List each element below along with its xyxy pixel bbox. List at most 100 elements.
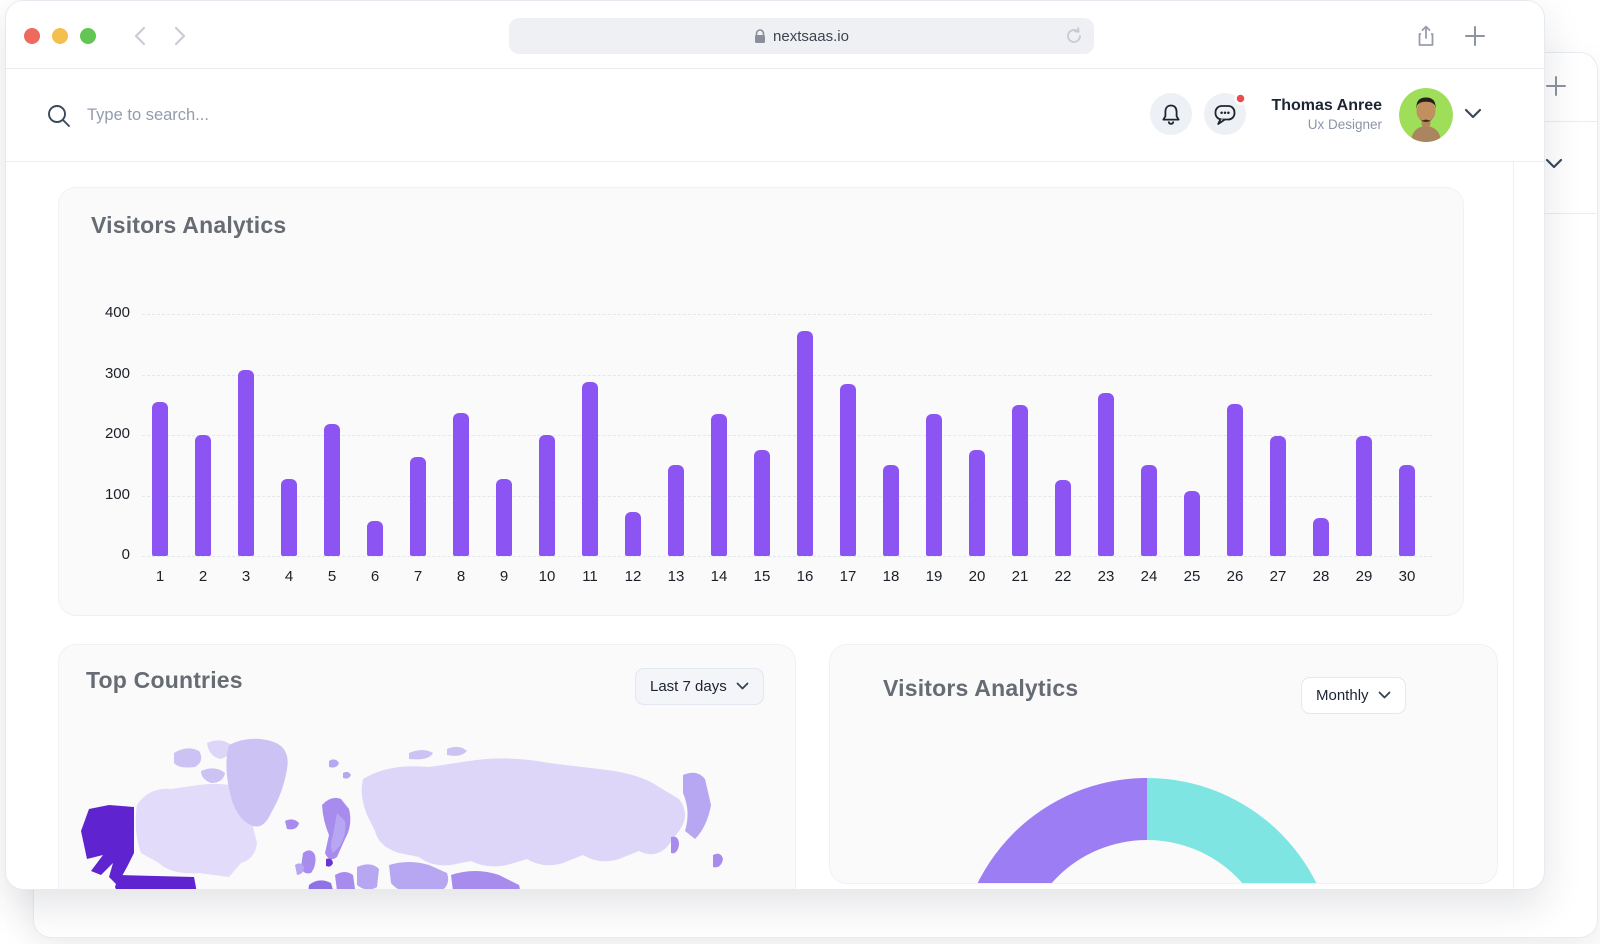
- bar-day-9[interactable]: [496, 479, 512, 556]
- bar-day-13[interactable]: [668, 465, 684, 556]
- x-axis-label-4: 4: [272, 568, 306, 585]
- x-axis-label-3: 3: [229, 568, 263, 585]
- bar-day-30[interactable]: [1399, 465, 1415, 556]
- x-axis-label-19: 19: [917, 568, 951, 585]
- bar-day-16[interactable]: [797, 331, 813, 556]
- address-bar[interactable]: nextsaas.io: [509, 18, 1094, 54]
- gridline-y-400: [142, 314, 1432, 315]
- search-input[interactable]: [85, 101, 505, 129]
- bar-day-7[interactable]: [410, 457, 426, 556]
- traffic-light-close[interactable]: [24, 28, 40, 44]
- map-region-ireland[interactable]: [295, 863, 304, 875]
- avatar-image: [1399, 88, 1453, 142]
- map-region-arctic-island[interactable]: [409, 750, 433, 759]
- new-tab-plus-icon[interactable]: [1463, 24, 1487, 48]
- traffic-light-minimize[interactable]: [52, 28, 68, 44]
- bar-day-8[interactable]: [453, 413, 469, 556]
- gridline-y-300: [142, 375, 1432, 376]
- notifications-button[interactable]: [1150, 93, 1192, 135]
- x-axis-label-17: 17: [831, 568, 865, 585]
- y-axis-label-0: 0: [72, 546, 130, 563]
- bar-day-6[interactable]: [367, 521, 383, 556]
- bar-day-10[interactable]: [539, 435, 555, 556]
- map-region-iceland[interactable]: [285, 819, 299, 829]
- map-region-island[interactable]: [174, 748, 201, 767]
- x-axis-label-14: 14: [702, 568, 736, 585]
- y-axis-label-200: 200: [72, 425, 130, 442]
- bar-day-14[interactable]: [711, 414, 727, 556]
- y-axis-label-100: 100: [72, 486, 130, 503]
- messages-button[interactable]: [1204, 93, 1246, 135]
- map-region-france[interactable]: [309, 880, 335, 890]
- back-window-chevron-down-icon[interactable]: [1544, 157, 1564, 171]
- x-axis-label-28: 28: [1304, 568, 1338, 585]
- bar-day-24[interactable]: [1141, 465, 1157, 556]
- share-icon[interactable]: [1414, 24, 1438, 48]
- top-countries-filter-dropdown[interactable]: Last 7 days: [635, 668, 764, 705]
- map-region-eastern-europe[interactable]: [357, 864, 379, 889]
- x-axis-label-6: 6: [358, 568, 392, 585]
- bar-day-21[interactable]: [1012, 405, 1028, 556]
- bar-day-4[interactable]: [281, 479, 297, 556]
- map-region-united-states[interactable]: [115, 875, 197, 890]
- user-info[interactable]: Thomas Anree Ux Designer: [1271, 96, 1382, 134]
- map-region-island[interactable]: [201, 768, 225, 783]
- bar-day-23[interactable]: [1098, 393, 1114, 556]
- x-axis-label-1: 1: [143, 568, 177, 585]
- bar-day-19[interactable]: [926, 414, 942, 556]
- map-region-denmark[interactable]: [326, 859, 333, 867]
- map-region-alaska[interactable]: [81, 805, 134, 885]
- back-arrow-icon[interactable]: [130, 25, 152, 47]
- x-axis-label-29: 29: [1347, 568, 1381, 585]
- map-region-germany[interactable]: [335, 872, 355, 890]
- bar-day-25[interactable]: [1184, 491, 1200, 556]
- x-axis-label-12: 12: [616, 568, 650, 585]
- bar-day-20[interactable]: [969, 450, 985, 556]
- map-region-kazakhstan[interactable]: [389, 862, 448, 890]
- x-axis-label-22: 22: [1046, 568, 1080, 585]
- donut-segment-left[interactable]: [958, 778, 1147, 884]
- top-countries-card: Top Countries Last 7 days: [58, 644, 796, 890]
- x-axis-label-11: 11: [573, 568, 607, 585]
- bar-day-26[interactable]: [1227, 404, 1243, 556]
- bar-day-1[interactable]: [152, 402, 168, 556]
- bar-day-27[interactable]: [1270, 436, 1286, 556]
- bar-day-11[interactable]: [582, 382, 598, 556]
- bar-day-12[interactable]: [625, 512, 641, 556]
- map-region-china[interactable]: [451, 871, 520, 890]
- map-region-svalbard[interactable]: [343, 772, 351, 779]
- bar-day-22[interactable]: [1055, 480, 1071, 556]
- map-region-russia[interactable]: [362, 758, 685, 866]
- x-axis-label-16: 16: [788, 568, 822, 585]
- bar-day-28[interactable]: [1313, 518, 1329, 556]
- gridline-y-0: [142, 556, 1432, 557]
- bar-day-2[interactable]: [195, 435, 211, 556]
- map-region-svalbard[interactable]: [329, 759, 339, 767]
- profile-chevron-down-icon[interactable]: [1463, 107, 1483, 121]
- x-axis-label-10: 10: [530, 568, 564, 585]
- bar-day-15[interactable]: [754, 450, 770, 556]
- bar-day-29[interactable]: [1356, 436, 1372, 556]
- back-window-new-tab-plus-icon[interactable]: [1545, 75, 1567, 97]
- bar-day-17[interactable]: [840, 384, 856, 556]
- map-region-japan[interactable]: [713, 854, 723, 868]
- world-map-choropleth[interactable]: [79, 735, 779, 890]
- page-right-divider: [1513, 162, 1514, 890]
- unread-badge-dot: [1234, 92, 1247, 105]
- search-icon[interactable]: [46, 103, 72, 129]
- visitors-analytics-card: Visitors Analytics 0100200300400 1234567…: [58, 187, 1464, 616]
- reload-icon[interactable]: [1064, 26, 1084, 46]
- bar-chart-x-axis: 1234567891011121314151617181920212223242…: [142, 568, 1432, 590]
- x-axis-label-5: 5: [315, 568, 349, 585]
- map-region-arctic-island[interactable]: [447, 747, 467, 756]
- avatar[interactable]: [1399, 88, 1453, 142]
- chat-icon: [1213, 103, 1237, 126]
- donut-segment-right[interactable]: [1147, 778, 1336, 884]
- bar-day-5[interactable]: [324, 424, 340, 556]
- forward-arrow-icon[interactable]: [168, 25, 190, 47]
- traffic-light-zoom[interactable]: [80, 28, 96, 44]
- map-region-kamchatka[interactable]: [683, 773, 711, 839]
- bar-day-18[interactable]: [883, 465, 899, 556]
- bar-day-3[interactable]: [238, 370, 254, 556]
- map-region-sakhalin[interactable]: [671, 837, 679, 854]
